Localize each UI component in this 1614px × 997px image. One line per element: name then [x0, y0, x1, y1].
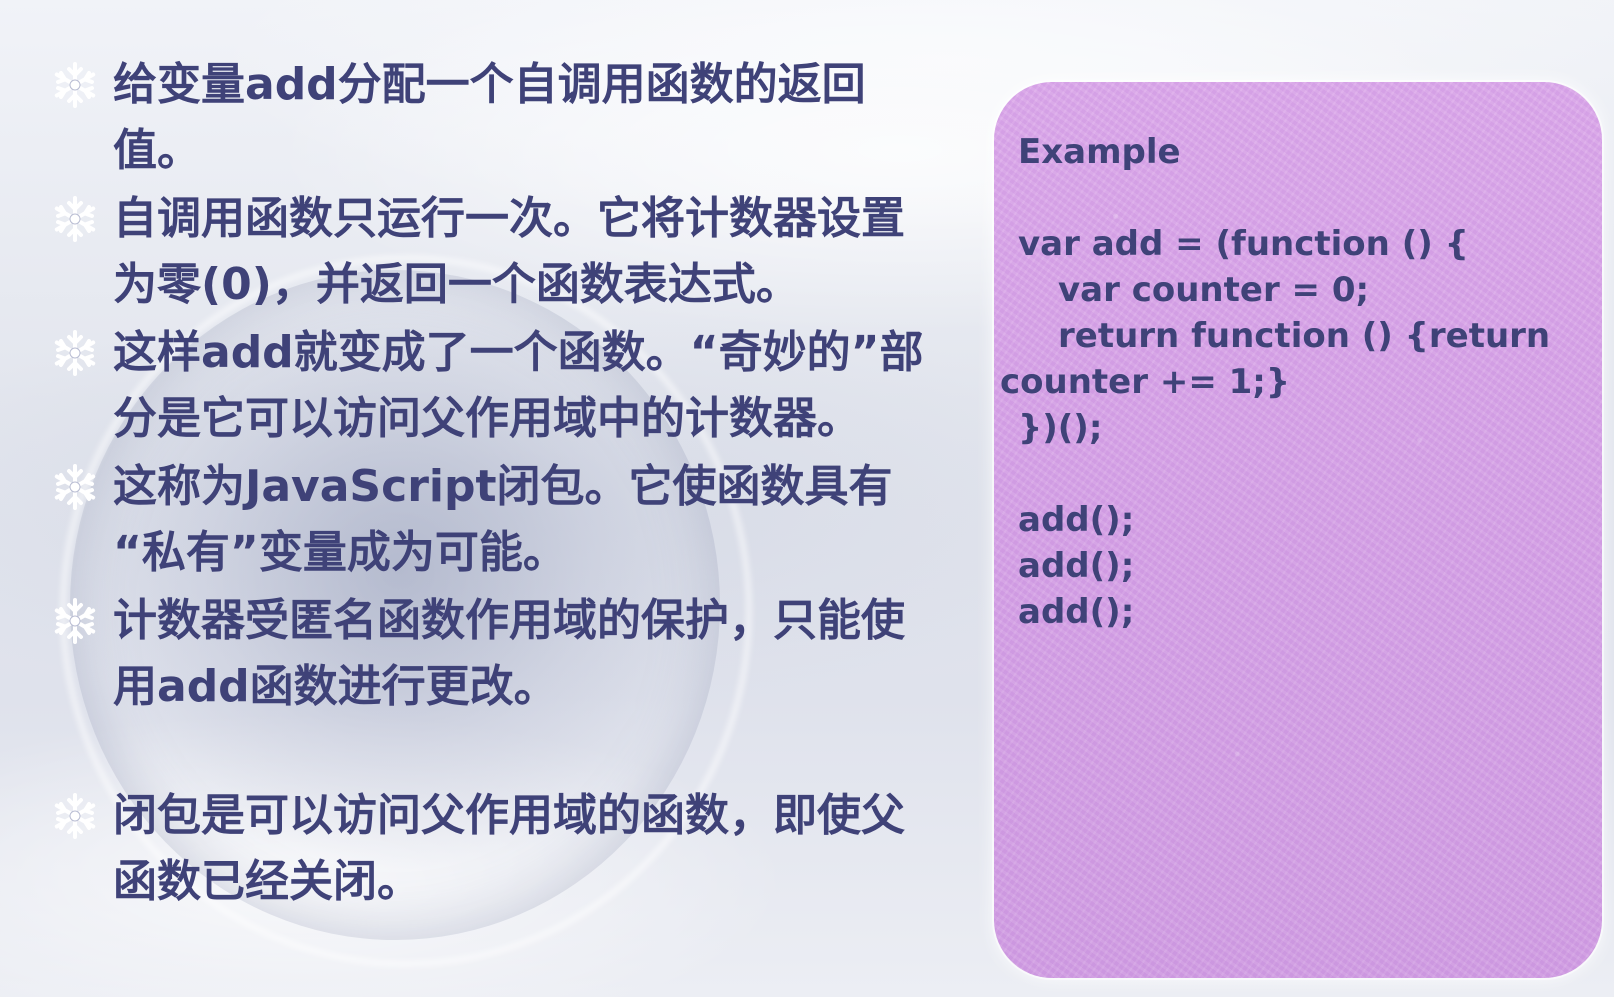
bullet-text: 给变量add分配一个自调用函数的返回 值。 — [113, 52, 943, 184]
code-line: var counter = 0; — [1058, 270, 1370, 310]
bullet-line: 给变量add分配一个自调用函数的返回 — [113, 59, 866, 110]
bullet-text: 这样add就变成了一个函数。“奇妙的”部 分是它可以访问父作用域中的计数器。 — [113, 320, 943, 452]
snowflake-icon — [54, 196, 96, 242]
bullet-line: 计数器受匿名函数作用域的保护，只能使 — [113, 595, 905, 646]
bullet-line: 自调用函数只运行一次。它将计数器设置 — [113, 193, 905, 244]
code-line: add(); — [1018, 546, 1135, 586]
code-line: var add = (function () { — [1018, 224, 1469, 264]
snowflake-icon — [54, 464, 96, 510]
bullet-text: 这称为JavaScript闭包。它使函数具有 “私有”变量成为可能。 — [113, 454, 943, 586]
code-line: add(); — [1018, 500, 1135, 540]
code-example-title: Example — [1018, 132, 1181, 172]
bullet-line: 分是它可以访问父作用域中的计数器。 — [113, 393, 861, 444]
code-line: })(); — [1018, 408, 1103, 448]
bullet-line: 这样add就变成了一个函数。“奇妙的”部 — [113, 327, 924, 378]
snowflake-icon — [54, 330, 96, 376]
bullet-line: 这称为JavaScript闭包。它使函数具有 — [113, 461, 893, 512]
code-line: counter += 1;} — [1000, 362, 1291, 402]
code-line: return function () {return — [1058, 316, 1551, 356]
snowflake-icon — [54, 793, 96, 839]
bullet-line: “私有”变量成为可能。 — [113, 527, 567, 578]
bullet-text: 自调用函数只运行一次。它将计数器设置 为零(0)，并返回一个函数表达式。 — [113, 186, 943, 318]
code-line: add(); — [1018, 592, 1135, 632]
snowflake-icon — [54, 62, 96, 108]
bullet-line: 闭包是可以访问父作用域的函数，即使父 — [113, 790, 905, 841]
snowflake-icon — [54, 598, 96, 644]
bullet-line: 函数已经关闭。 — [113, 856, 421, 907]
slide: 给变量add分配一个自调用函数的返回 值。 自调用函数只运行一次。它将计数器设置为… — [0, 0, 1614, 997]
bullet-line: 用add函数进行更改。 — [113, 661, 558, 712]
bullet-line: 为零(0)，并返回一个函数表达式。 — [113, 259, 800, 310]
bullet-text: 计数器受匿名函数作用域的保护，只能使 用add函数进行更改。 — [113, 588, 943, 720]
bullet-text: 闭包是可以访问父作用域的函数，即使父 函数已经关闭。 — [113, 783, 943, 915]
bullet-line: 值。 — [113, 125, 201, 176]
